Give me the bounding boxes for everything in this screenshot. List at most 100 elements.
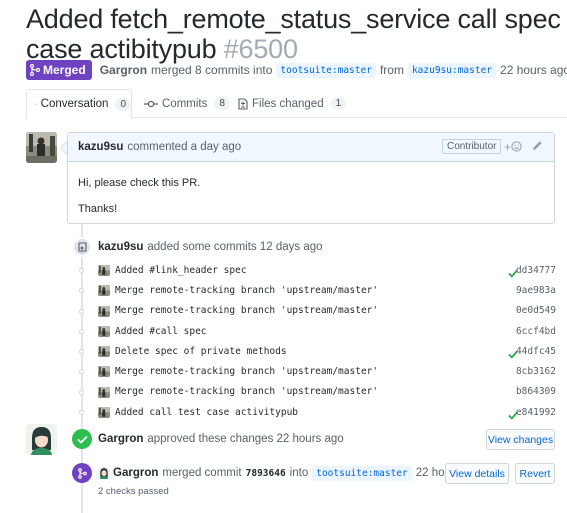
pr-meta: Merged Gargron merged 8 commits into too… — [26, 60, 567, 80]
avatar[interactable] — [98, 284, 110, 297]
commit-dot-icon — [79, 308, 84, 314]
merge-into: into — [289, 467, 309, 479]
avatar-gargron-image — [26, 424, 57, 455]
check-icon — [76, 435, 88, 444]
commit-row: Merge remote-tracking branch 'upstream/m… — [74, 280, 556, 300]
comment-body: Hi, please check this PR. Thanks! — [68, 162, 554, 231]
avatar-kazu9su-image — [26, 132, 57, 163]
avatar-kazu9su-small-image — [98, 285, 110, 297]
commit-row: Merge remote-tracking branch 'upstream/m… — [74, 382, 556, 402]
avatar[interactable] — [98, 406, 110, 419]
git-merge-icon — [30, 64, 40, 76]
commit-dot-icon — [79, 369, 84, 375]
commit-message[interactable]: Delete spec of private methods — [115, 346, 287, 357]
tab-files-count: 1 — [330, 97, 347, 110]
tab-files-changed[interactable]: Files changed 1 — [238, 89, 347, 118]
tab-files-label: Files changed — [252, 97, 324, 110]
avatar-kazu9su-small-image — [98, 325, 110, 337]
avatar-kazu9su-small-image — [98, 305, 110, 317]
review-event: Gargron approved these changes 22 hours … — [72, 428, 344, 450]
avatar[interactable] — [26, 132, 57, 163]
merge-action: merged commit — [162, 467, 242, 479]
add-reaction-button[interactable]: + — [504, 140, 522, 154]
commit-message[interactable]: Added #call spec — [115, 326, 207, 337]
merge-event: Gargron merged commit 7893646 into toots… — [72, 463, 483, 483]
review-author[interactable]: Gargron — [98, 433, 143, 445]
comment-author[interactable]: kazu9su — [78, 141, 123, 153]
avatar[interactable] — [98, 345, 110, 358]
comment-line-2: Thanks! — [78, 203, 118, 215]
comment-action: commented a day ago — [127, 141, 242, 153]
tab-conversation[interactable]: Conversation 0 — [26, 89, 132, 119]
merge-commit-sha[interactable]: 7893646 — [246, 468, 286, 479]
avatar[interactable] — [98, 386, 110, 398]
commit-row: Added #link_header spec dd34777 — [74, 260, 556, 280]
avatar[interactable] — [98, 264, 110, 276]
merged-state-label: Merged — [43, 63, 86, 77]
commit-message[interactable]: Merge remote-tracking branch 'upstream/m… — [115, 366, 378, 377]
commit-message[interactable]: Merge remote-tracking branch 'upstream/m… — [115, 305, 378, 316]
commit-group-header: kazu9su added some commits 12 days ago — [72, 237, 323, 257]
merge-author[interactable]: Gargron — [113, 467, 158, 479]
revert-button[interactable]: Revert — [515, 463, 555, 484]
commit-sha[interactable]: 8cb3162 — [516, 366, 556, 377]
commit-dot-icon — [79, 389, 84, 395]
pr-title: Added fetch_remote_status_service call s… — [26, 4, 566, 64]
commit-dot-icon — [79, 410, 84, 416]
comment-icon — [35, 103, 37, 105]
merger-link[interactable]: Gargron — [100, 63, 147, 77]
tab-commits-label: Commits — [162, 97, 208, 110]
commit-sha[interactable]: 6ccf4bd — [516, 326, 556, 337]
approved-badge — [72, 429, 92, 449]
pr-tabs: Conversation 0 Commits 8 Files changed 1 — [26, 89, 567, 119]
avatar-kazu9su-small-image — [98, 346, 110, 358]
smiley-icon — [511, 141, 522, 152]
commit-sha[interactable]: b864309 — [516, 386, 556, 397]
merge-branch[interactable]: tootsuite:master — [312, 465, 412, 481]
avatar[interactable] — [98, 325, 110, 337]
add-reaction-plus: + — [504, 140, 512, 154]
avatar[interactable] — [26, 424, 57, 455]
commit-sha[interactable]: 9ae983a — [516, 285, 556, 296]
commit-sha[interactable]: 0e0d549 — [516, 305, 556, 316]
avatar[interactable] — [98, 305, 110, 317]
review-action: approved these changes 22 hours ago — [147, 433, 344, 445]
merged-text: merged 8 commits into — [151, 63, 273, 77]
comment-header: kazu9su commented a day ago Contributor … — [68, 133, 554, 162]
tab-commits-count: 8 — [214, 97, 230, 110]
avatar-kazu9su-small-image — [98, 265, 110, 276]
commit-dot-icon — [79, 349, 84, 355]
tab-commits[interactable]: Commits 8 — [144, 89, 230, 118]
commit-message[interactable]: Merge remote-tracking branch 'upstream/m… — [115, 285, 378, 296]
base-branch[interactable]: tootsuite:master — [276, 62, 376, 78]
commit-row: Merge remote-tracking branch 'upstream/m… — [74, 301, 556, 321]
git-merge-icon — [77, 467, 87, 479]
avatar-kazu9su-small-image — [98, 386, 110, 398]
edit-pencil-icon[interactable] — [532, 140, 543, 151]
comment-caret-inner — [61, 142, 67, 154]
commit-dot-icon — [79, 268, 84, 273]
head-branch[interactable]: kazu9su:master — [407, 62, 497, 78]
tab-conversation-count: 0 — [115, 97, 131, 111]
commit-group-author[interactable]: kazu9su — [98, 241, 143, 253]
commit-sha[interactable]: e841992 — [516, 407, 556, 418]
commit-sha[interactable]: dd34777 — [516, 265, 556, 276]
commit-sha[interactable]: 44dfc45 — [516, 346, 556, 357]
view-changes-button[interactable]: View changes — [486, 429, 555, 450]
avatar[interactable] — [98, 365, 110, 378]
commit-row: Added #call spec 6ccf4bd — [74, 321, 556, 341]
repo-push-icon — [77, 241, 87, 252]
commit-message[interactable]: Added #link_header spec — [115, 265, 247, 276]
commit-dot-icon — [79, 288, 84, 294]
merge-badge — [72, 463, 92, 483]
avatar[interactable] — [98, 467, 110, 479]
commit-row: Delete spec of private methods 44dfc45 — [74, 341, 556, 361]
view-details-button[interactable]: View details — [445, 463, 509, 484]
file-diff-icon — [238, 97, 248, 110]
tab-conversation-label: Conversation — [40, 98, 109, 110]
commit-icon — [144, 100, 158, 107]
avatar-kazu9su-small-image — [98, 407, 110, 419]
commit-message[interactable]: Added call test case activitypub — [115, 407, 298, 418]
commit-row: Added call test case activitypub e841992 — [74, 402, 556, 422]
commit-message[interactable]: Merge remote-tracking branch 'upstream/m… — [115, 386, 378, 397]
